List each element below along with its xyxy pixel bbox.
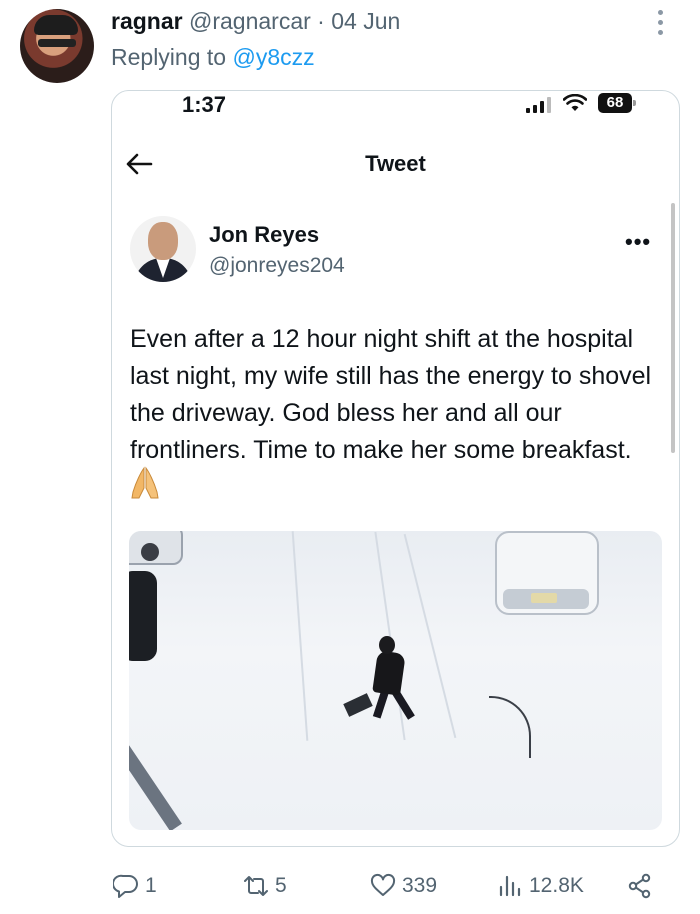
separator-dot: · [317, 8, 325, 34]
display-name[interactable]: ragnar [111, 8, 183, 34]
folded-hands-emoji-icon [131, 466, 159, 499]
reply-button[interactable]: 1 [113, 866, 157, 906]
screenshot-image[interactable]: 1:37 68 Tweet Jon Reyes @jonreyes204 •••… [111, 90, 680, 847]
signal-icon [526, 97, 552, 113]
author-avatar [130, 216, 196, 282]
shoveling-photo [129, 531, 662, 830]
more-options-icon[interactable] [655, 10, 665, 40]
screen-title: Tweet [365, 151, 426, 176]
scrollbar [671, 203, 675, 453]
post-header: ragnar @ragnarcar · 04 Jun [111, 7, 400, 35]
retweet-button[interactable]: 5 [243, 866, 287, 906]
retweet-count: 5 [275, 874, 287, 897]
user-avatar[interactable] [20, 9, 94, 83]
share-button[interactable] [627, 866, 659, 906]
replying-prefix: Replying to [111, 44, 227, 70]
like-button[interactable]: 339 [370, 866, 437, 906]
status-time: 1:37 [182, 92, 227, 117]
reply-count: 1 [145, 874, 157, 897]
views-chart-icon [499, 875, 521, 897]
action-bar: 1 5 339 12.8K [0, 866, 700, 906]
replying-to-link[interactable]: @y8czz [232, 44, 314, 70]
post-date[interactable]: 04 Jun [331, 8, 400, 34]
reply-icon [113, 874, 138, 898]
author-handle: @jonreyes204 [209, 254, 345, 277]
views-button[interactable]: 12.8K [497, 866, 584, 906]
wifi-icon [563, 94, 587, 111]
author-name: Jon Reyes [209, 222, 320, 247]
replying-to-line: Replying to @y8czz [111, 43, 315, 71]
more-horizontal-icon: ••• [625, 229, 652, 254]
share-icon [628, 873, 651, 899]
like-count: 339 [402, 874, 438, 897]
battery-indicator: 68 [598, 93, 636, 113]
user-handle[interactable]: @ragnarcar [189, 8, 311, 34]
tweet-text: Even after a 12 hour night shift at the … [130, 325, 652, 464]
retweet-icon [244, 876, 268, 896]
views-count: 12.8K [529, 874, 584, 897]
heart-icon [370, 873, 396, 896]
